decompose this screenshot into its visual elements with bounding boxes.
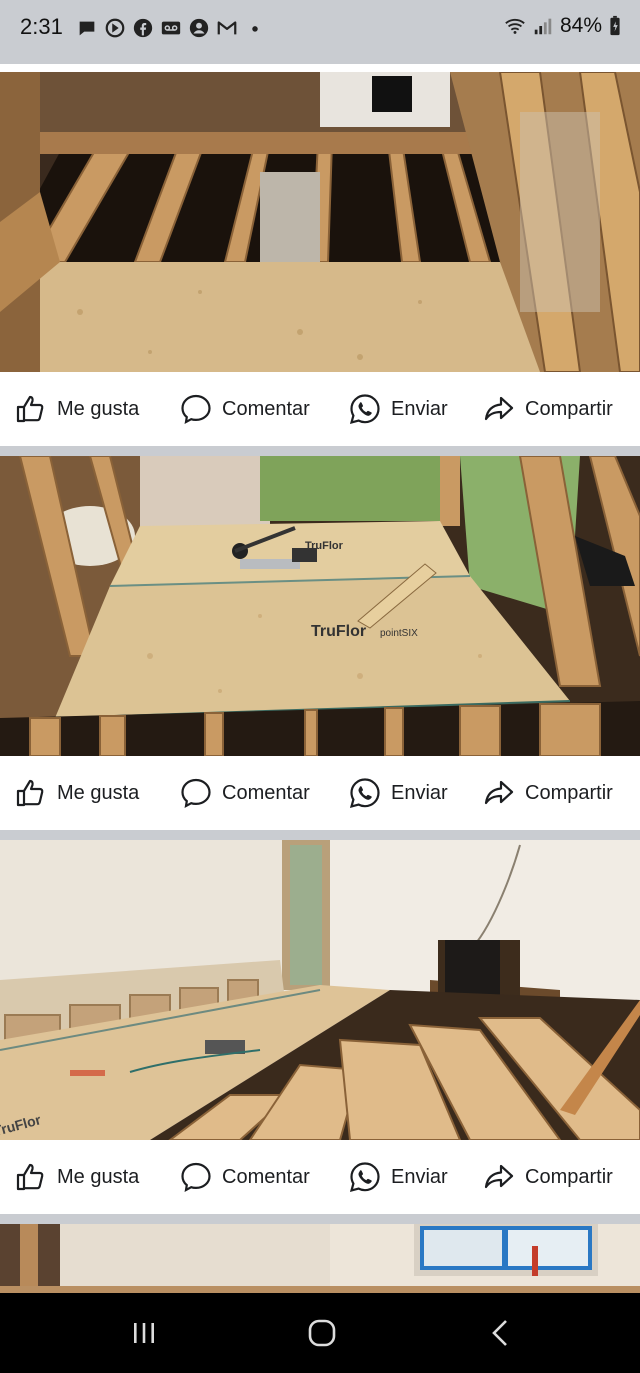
thumbs-up-icon — [14, 776, 48, 810]
share-button[interactable]: Compartir — [482, 756, 613, 830]
comment-label: Comentar — [222, 1165, 310, 1188]
post-photo[interactable] — [0, 1224, 640, 1293]
notification-icons — [76, 16, 266, 40]
home-icon — [308, 1319, 336, 1347]
comment-label: Comentar — [222, 397, 310, 420]
battery-percent: 84% — [559, 14, 602, 37]
like-label: Me gusta — [57, 781, 140, 804]
chat-icon — [76, 17, 98, 39]
share-arrow-icon — [482, 1160, 516, 1194]
thumbs-up-icon — [14, 392, 48, 426]
facebook-icon — [132, 17, 154, 39]
post-photo[interactable] — [0, 72, 640, 372]
post-card: Me gusta Comentar Enviar Compartir — [0, 64, 640, 446]
recent-apps-button[interactable] — [120, 1309, 168, 1357]
comment-bubble-icon — [179, 392, 213, 426]
back-icon — [492, 1320, 507, 1346]
share-button[interactable]: Compartir — [482, 372, 613, 446]
like-label: Me gusta — [57, 1165, 140, 1188]
comment-label: Comentar — [222, 781, 310, 804]
post-card — [0, 1224, 640, 1293]
like-button[interactable]: Me gusta — [14, 756, 139, 830]
comment-bubble-icon — [179, 776, 213, 810]
comment-button[interactable]: Comentar — [179, 756, 310, 830]
photo-brand-text: TruFlor — [311, 623, 366, 640]
share-arrow-icon — [482, 392, 516, 426]
thumbs-up-icon — [14, 1160, 48, 1194]
post-card: TruFlor Me gusta Comentar Enviar Compart… — [0, 840, 640, 1214]
post-photo[interactable]: TruFlor — [0, 840, 640, 1140]
dot-icon — [244, 17, 266, 39]
send-label: Enviar — [391, 1165, 448, 1188]
mail-icon — [216, 17, 238, 39]
share-button[interactable]: Compartir — [482, 1140, 613, 1214]
recent-apps-icon — [134, 1323, 154, 1343]
share-arrow-icon — [482, 776, 516, 810]
send-label: Enviar — [391, 781, 448, 804]
send-label: Enviar — [391, 397, 448, 420]
comment-bubble-icon — [179, 1160, 213, 1194]
post-action-bar: Me gusta Comentar Enviar Compartir — [0, 1140, 640, 1214]
share-label: Compartir — [525, 781, 613, 804]
home-button[interactable] — [298, 1309, 346, 1357]
whatsapp-icon — [348, 392, 382, 426]
post-action-bar: Me gusta Comentar Enviar Compartir — [0, 372, 640, 446]
send-button[interactable]: Enviar — [348, 372, 448, 446]
comment-button[interactable]: Comentar — [179, 1140, 310, 1214]
status-time: 2:31 — [20, 14, 63, 39]
share-label: Compartir — [525, 397, 613, 420]
like-label: Me gusta — [57, 397, 140, 420]
like-button[interactable]: Me gusta — [14, 1140, 139, 1214]
like-button[interactable]: Me gusta — [14, 372, 139, 446]
back-button[interactable] — [478, 1309, 526, 1357]
send-button[interactable]: Enviar — [348, 756, 448, 830]
photo-brand-text: pointSIX — [380, 628, 418, 639]
status-bar: 2:31 84% — [0, 0, 640, 56]
share-label: Compartir — [525, 1165, 613, 1188]
system-nav-bar — [0, 1293, 640, 1373]
post-action-bar: Me gusta Comentar Enviar Compartir — [0, 756, 640, 830]
wifi-icon — [504, 15, 526, 37]
comment-button[interactable]: Comentar — [179, 372, 310, 446]
signal-icon — [532, 15, 554, 37]
battery-charging-icon — [608, 15, 622, 37]
send-button[interactable]: Enviar — [348, 1140, 448, 1214]
post-photo[interactable]: TruFlor TruFlor pointSIX — [0, 456, 640, 756]
post-card: TruFlor TruFlor pointSIX Me gusta Coment… — [0, 456, 640, 830]
video-play-icon — [104, 17, 126, 39]
whatsapp-icon — [348, 776, 382, 810]
whatsapp-icon — [348, 1160, 382, 1194]
account-icon — [188, 17, 210, 39]
status-right: 84% — [504, 14, 622, 38]
voicemail-icon — [160, 17, 182, 39]
